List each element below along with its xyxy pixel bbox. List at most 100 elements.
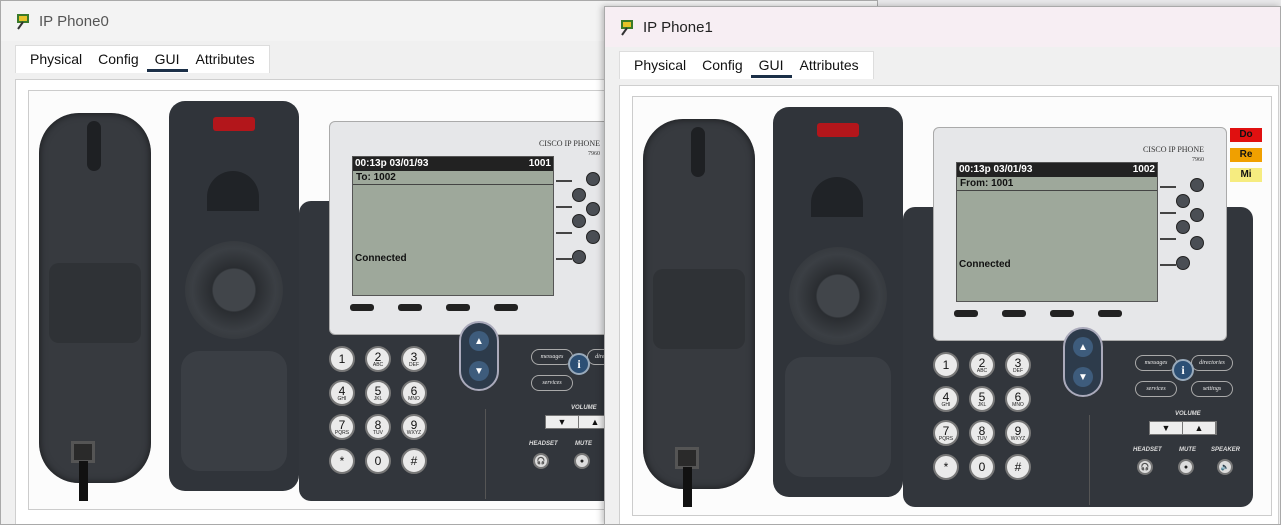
message-waiting-led [817,123,859,137]
tab-config[interactable]: Config [694,52,750,79]
services-button[interactable]: services [1135,381,1177,397]
handset-rest [181,351,287,471]
phone-base [773,107,903,497]
info-button[interactable]: i [568,353,590,375]
mute-button[interactable]: ● [574,453,590,469]
key-5[interactable]: 5 JKL [969,386,995,412]
ip-phone-device: CISCO IP PHONE 7960 00:13p 03/01/93 1002… [632,96,1272,516]
mute-label: MUTE [575,441,592,447]
key-hash[interactable]: # [401,448,427,474]
services-button[interactable]: services [531,375,573,391]
key-6[interactable]: 6 MNO [401,380,427,406]
softkey-4[interactable] [1098,310,1122,317]
mute-button[interactable]: ● [1178,459,1194,475]
window-title: IP Phone0 [39,12,109,30]
speaker-label: SPEAKER [1211,447,1241,453]
key-0[interactable]: 0 [969,454,995,480]
tab-gui[interactable]: GUI [750,52,792,79]
window-title: IP Phone1 [643,18,713,36]
hook-switch[interactable] [207,171,259,211]
volume-down-button[interactable]: ▼ [1150,422,1183,434]
line-button-2[interactable] [572,188,586,202]
tab-gui[interactable]: GUI [146,46,188,73]
line-button-4[interactable] [1176,220,1190,234]
key-2[interactable]: 2 ABC [969,352,995,378]
key-4[interactable]: 4 GHI [329,380,355,406]
key-9[interactable]: 9 WXYZ [1005,420,1031,446]
directories-button[interactable]: directories [1191,355,1233,371]
key-1[interactable]: 1 [933,352,959,378]
softkey-3[interactable] [1050,310,1074,317]
nav-down-button[interactable]: ▼ [469,361,489,381]
phone-handset[interactable] [39,113,151,483]
headset-button[interactable]: 🎧 [1137,459,1153,475]
volume-label: VOLUME [571,405,597,411]
tab-physical[interactable]: Physical [22,46,90,73]
tab-physical[interactable]: Physical [626,52,694,79]
handset-rest [785,357,891,477]
line-button-5[interactable] [586,230,600,244]
volume-control[interactable]: ▼ ▲ [1149,421,1217,435]
key-7[interactable]: 7 PQRS [329,414,355,440]
key-hash[interactable]: # [1005,454,1031,480]
dnd-indicator: Do [1230,128,1262,142]
key-3[interactable]: 3 DEF [1005,352,1031,378]
line-button-3[interactable] [586,202,600,216]
key-3[interactable]: 3 DEF [401,346,427,372]
lcd-call-party: From: 1001 [957,177,1157,191]
key-0[interactable]: 0 [365,448,391,474]
softkey-2[interactable] [398,304,422,311]
info-button[interactable]: i [1172,359,1194,381]
key-6[interactable]: 6 MNO [1005,386,1031,412]
key-9[interactable]: 9 WXYZ [401,414,427,440]
softkey-4[interactable] [494,304,518,311]
key-star[interactable]: * [933,454,959,480]
speaker-button[interactable]: 🔈 [1217,459,1233,475]
phone-base [169,101,299,491]
line-button-1[interactable] [1190,178,1204,192]
line-button-3[interactable] [1190,208,1204,222]
volume-control[interactable]: ▼ ▲ [545,415,613,429]
hook-switch[interactable] [811,177,863,217]
nav-down-button[interactable]: ▼ [1073,367,1093,387]
line-button-2[interactable] [1176,194,1190,208]
line-button-6[interactable] [572,250,586,264]
nav-up-button[interactable]: ▲ [469,331,489,351]
volume-down-button[interactable]: ▼ [546,416,579,428]
key-8[interactable]: 8 TUV [969,420,995,446]
softkey-3[interactable] [446,304,470,311]
lcd-call-party: To: 1002 [353,171,553,185]
messages-button[interactable]: messages [531,349,573,365]
volume-up-button[interactable]: ▲ [1183,422,1216,434]
headset-button[interactable]: 🎧 [533,453,549,469]
tab-attributes[interactable]: Attributes [792,52,867,79]
settings-button[interactable]: settings [1191,381,1233,397]
line-button-1[interactable] [586,172,600,186]
phone-handset[interactable] [643,119,755,489]
navigation-rocker[interactable]: ▲ ▼ [1063,327,1103,397]
key-8[interactable]: 8 TUV [365,414,391,440]
nav-up-button[interactable]: ▲ [1073,337,1093,357]
key-star[interactable]: * [329,448,355,474]
key-7[interactable]: 7 PQRS [933,420,959,446]
lcd-datetime: 00:13p 03/01/93 [959,164,1033,175]
key-4[interactable]: 4 GHI [933,386,959,412]
packet-tracer-icon [617,17,637,37]
phone-cord [683,467,692,507]
softkey-1[interactable] [350,304,374,311]
tab-config[interactable]: Config [90,46,146,73]
line-button-4[interactable] [572,214,586,228]
navigation-rocker[interactable]: ▲ ▼ [459,321,499,391]
messages-button[interactable]: messages [1135,355,1177,371]
window-titlebar[interactable]: IP Phone1 [605,7,1280,47]
key-2[interactable]: 2 ABC [365,346,391,372]
key-1[interactable]: 1 [329,346,355,372]
softkey-2[interactable] [1002,310,1026,317]
lcd-datetime: 00:13p 03/01/93 [355,158,429,169]
line-button-5[interactable] [1190,236,1204,250]
line-button-6[interactable] [1176,256,1190,270]
missed-indicator: Mi [1230,168,1262,182]
tab-attributes[interactable]: Attributes [188,46,263,73]
key-5[interactable]: 5 JKL [365,380,391,406]
softkey-1[interactable] [954,310,978,317]
